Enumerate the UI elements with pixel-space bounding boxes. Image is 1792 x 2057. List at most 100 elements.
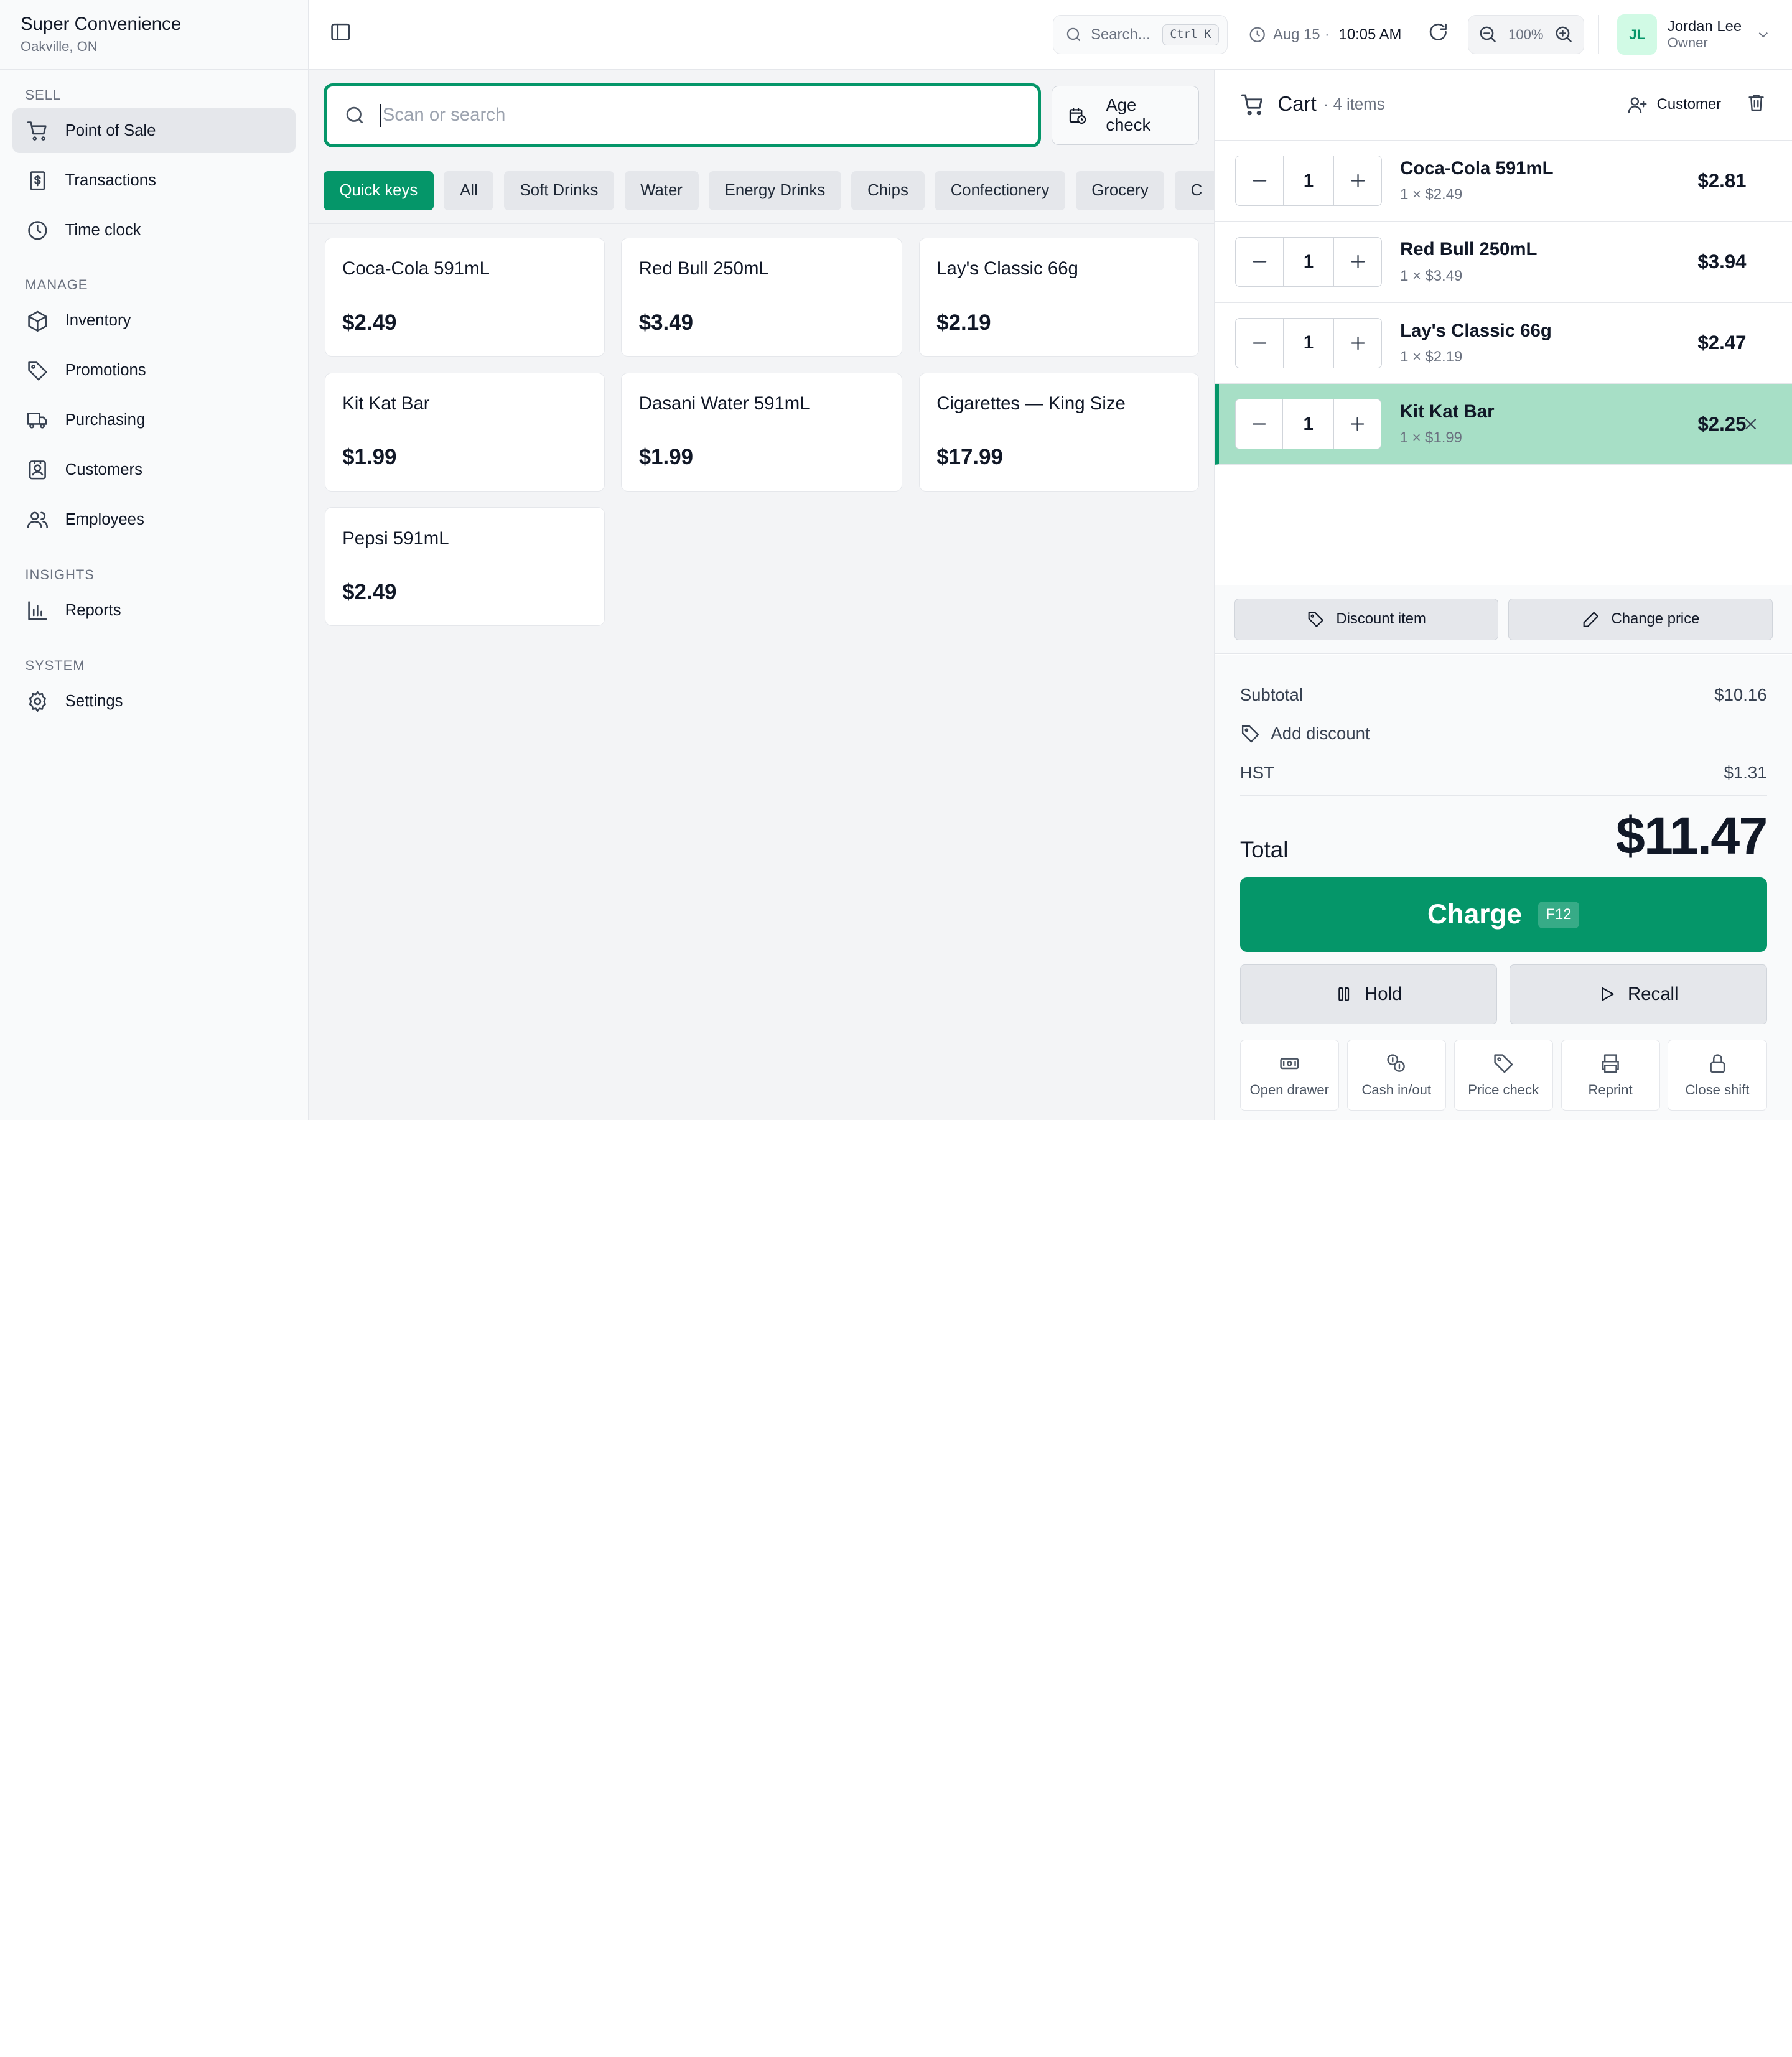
charge-button[interactable]: Charge F12 (1239, 877, 1767, 952)
gear-icon (29, 691, 47, 712)
product-tile[interactable]: Cigarettes — King Size $17.99 (918, 372, 1199, 492)
cart-line[interactable]: 1 Red Bull 250mL 1 × $3.49 $3.94 (1215, 222, 1792, 303)
category-tab[interactable]: Quick keys (323, 171, 434, 210)
user-menu[interactable]: JL Jordan Lee Owner (1617, 14, 1771, 55)
decrease-qty-button[interactable] (1236, 156, 1283, 205)
cart-header: Cart · 4 items Customer (1215, 70, 1792, 141)
category-tab[interactable]: Grocery (1075, 171, 1165, 210)
minus-icon (1253, 423, 1266, 425)
sidebar-item-employees[interactable]: Employees (12, 498, 296, 543)
open-drawer-button[interactable]: Open drawer (1239, 1040, 1339, 1111)
hold-button[interactable]: Hold (1239, 964, 1498, 1024)
cart-item-count: · 4 items (1323, 95, 1385, 113)
category-tab[interactable]: Water (624, 171, 699, 210)
minus-icon (1253, 261, 1266, 263)
sidebar-item-promotions[interactable]: Promotions (12, 348, 296, 393)
quantity-value[interactable]: 1 (1282, 156, 1335, 205)
line-item-unit-price: 1 × $2.19 (1400, 348, 1463, 365)
clock-icon (28, 220, 47, 240)
cart-lines: 1 Coca-Cola 591mL 1 × $2.49 $2.81 1 Red Bull … (1215, 141, 1792, 465)
scan-input[interactable] (382, 105, 1021, 126)
category-tab[interactable]: Chips (851, 171, 925, 210)
charge-label: Charge (1427, 899, 1522, 930)
category-tab[interactable]: Soft Drinks (503, 171, 615, 210)
sidebar-item-point-of-sale[interactable]: Point of Sale (12, 108, 296, 154)
scan-input-box[interactable] (323, 83, 1042, 147)
decrease-qty-button[interactable] (1236, 399, 1283, 449)
refresh-icon (1429, 23, 1447, 41)
category-tabs: Quick keys All Soft Drinks Water Energy Drin… (323, 171, 1215, 210)
contact-icon (29, 460, 47, 480)
cash-in-out-button[interactable]: Cash in/out (1346, 1040, 1446, 1111)
line-item-unit-price: 1 × $3.49 (1400, 267, 1463, 284)
refresh-button[interactable] (1427, 21, 1450, 49)
cart-line[interactable]: 1 Coca-Cola 591mL 1 × $2.49 $2.81 (1215, 141, 1792, 222)
lock-icon (1710, 1054, 1725, 1073)
category-tab[interactable]: Energy Drinks (709, 171, 841, 210)
increase-qty-button[interactable] (1334, 237, 1381, 287)
sidebar-item-inventory[interactable]: Inventory (12, 299, 296, 343)
sidebar-item-transactions[interactable]: Transactions (12, 158, 296, 203)
global-search-placeholder: Search... (1091, 26, 1150, 43)
category-tab[interactable]: All (444, 171, 494, 210)
customer-label: Customer (1656, 96, 1722, 113)
category-tab[interactable]: Confectionery (935, 171, 1066, 210)
quantity-value[interactable]: 1 (1282, 399, 1335, 449)
receipt-icon (30, 171, 45, 190)
cart-line[interactable]: 1 Lay's Classic 66g 1 × $2.19 $2.47 (1215, 303, 1792, 385)
function-label: Close shift (1685, 1082, 1750, 1098)
decrease-qty-button[interactable] (1236, 318, 1283, 368)
sidebar-item-customers[interactable]: Customers (12, 448, 296, 493)
change-price-button[interactable]: Change price (1508, 599, 1773, 640)
product-price: $1.99 (638, 445, 694, 470)
product-tile[interactable]: Dasani Water 591mL $1.99 (621, 372, 903, 492)
cart-line[interactable]: 1 Kit Kat Bar 1 × $1.99 $2.25 (1215, 384, 1792, 465)
recall-button[interactable]: Recall (1510, 964, 1767, 1024)
increase-qty-button[interactable] (1334, 318, 1381, 368)
product-grid: Coca-Cola 591mL $2.49 Red Bull 250mL $3.49 L… (324, 238, 1199, 627)
zoom-in-icon[interactable] (1554, 24, 1574, 45)
price-check-button[interactable]: Price check (1454, 1040, 1553, 1111)
sidebar-item-reports[interactable]: Reports (12, 589, 296, 633)
decrease-qty-button[interactable] (1236, 237, 1283, 287)
product-price: $1.99 (342, 445, 397, 470)
add-discount-button[interactable]: Add discount (1240, 714, 1767, 753)
close-shift-button[interactable]: Close shift (1668, 1040, 1767, 1111)
toggle-sidebar-button[interactable] (329, 21, 352, 49)
line-item-total: $2.47 (1697, 332, 1747, 354)
zoom-out-icon[interactable] (1478, 24, 1498, 45)
search-icon (347, 106, 363, 124)
sidebar-item-settings[interactable]: Settings (12, 679, 296, 724)
product-tile[interactable]: Kit Kat Bar $1.99 (324, 372, 605, 492)
line-item-unit-price: 1 × $2.49 (1400, 186, 1463, 203)
product-tile[interactable]: Coca-Cola 591mL $2.49 (324, 238, 605, 357)
quantity-value[interactable]: 1 (1282, 318, 1335, 368)
category-tab[interactable]: C (1174, 171, 1215, 210)
sidebar-item-purchasing[interactable]: Purchasing (12, 398, 296, 443)
age-check-label: Age check (1106, 95, 1151, 135)
increase-qty-button[interactable] (1334, 156, 1381, 205)
product-price: $2.49 (342, 310, 397, 335)
discount-item-button[interactable]: Discount item (1234, 599, 1498, 640)
product-tile[interactable]: Red Bull 250mL $3.49 (621, 238, 903, 357)
product-tile[interactable]: Lay's Classic 66g $2.19 (918, 238, 1199, 357)
increase-qty-button[interactable] (1334, 399, 1381, 449)
coins-icon (1387, 1054, 1405, 1073)
product-name: Red Bull 250mL (638, 258, 769, 279)
clear-cart-button[interactable] (1746, 92, 1766, 118)
global-search[interactable]: Search... Ctrl K (1052, 15, 1228, 54)
line-item-total: $3.94 (1697, 250, 1747, 273)
subtotal-value: $10.16 (1714, 684, 1767, 704)
quantity-value[interactable]: 1 (1282, 237, 1335, 287)
customer-button[interactable]: Customer (1627, 95, 1721, 115)
pos-app: Super Convenience Oakville, ON SELL Poin… (0, 0, 1792, 1120)
reprint-button[interactable]: Reprint (1561, 1040, 1660, 1111)
line-item-name: Lay's Classic 66g (1400, 320, 1552, 341)
tag-icon (1494, 1054, 1513, 1073)
age-check-button[interactable]: Age check (1051, 85, 1199, 146)
remove-line-button[interactable] (1742, 415, 1762, 436)
zoom-level: 100% (1508, 26, 1544, 42)
product-tile[interactable]: Pepsi 591mL $2.49 (324, 507, 605, 627)
sidebar-item-time-clock[interactable]: Time clock (12, 208, 296, 253)
bar-chart-icon (28, 601, 47, 620)
